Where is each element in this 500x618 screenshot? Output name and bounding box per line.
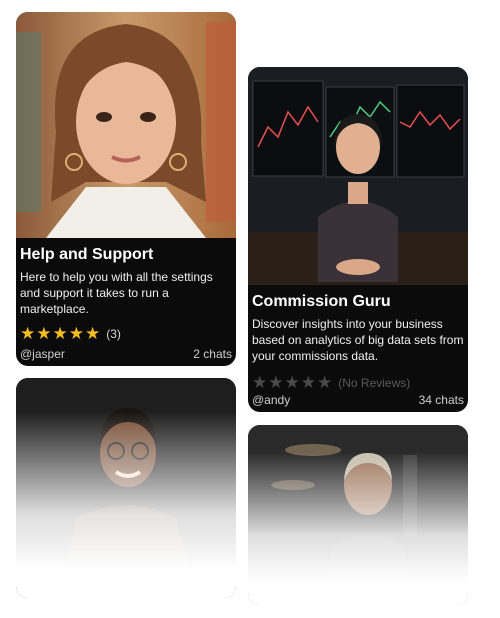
card-description: Here to help you with all the settings a…	[20, 270, 213, 316]
chat-count: 34 chats	[418, 393, 464, 407]
chat-count: 2 chats	[193, 347, 232, 361]
rating-stars: ★ ★ ★ ★ ★ (No Reviews)	[252, 374, 464, 392]
rating-stars: ★ ★ ★ ★ ★ (3)	[20, 325, 232, 343]
agent-avatar-image	[248, 67, 468, 285]
star-icon: ★	[52, 324, 68, 343]
review-count: (3)	[106, 327, 121, 341]
review-count: (No Reviews)	[338, 376, 411, 390]
star-icon: ★	[317, 373, 333, 392]
star-icon: ★	[300, 373, 316, 392]
agent-card-faded[interactable]	[16, 378, 236, 598]
star-icon: ★	[268, 373, 284, 392]
author-handle[interactable]: @jasper	[20, 347, 65, 361]
author-handle[interactable]: @andy	[252, 393, 290, 407]
star-icon: ★	[85, 324, 101, 343]
star-icon: ★	[284, 373, 300, 392]
card-description: Discover insights into your business bas…	[252, 317, 464, 363]
star-icon: ★	[252, 373, 268, 392]
star-icon: ★	[20, 324, 36, 343]
star-icon: ★	[36, 324, 52, 343]
card-title: Help and Support	[20, 246, 154, 263]
agent-avatar-image	[16, 12, 236, 238]
agent-card-commission-guru[interactable]: Commission Guru Discover insights into y…	[248, 67, 468, 412]
star-icon: ★	[68, 324, 84, 343]
card-title: Commission Guru	[252, 293, 391, 310]
agent-card-help-and-support[interactable]: Help and Support Here to help you with a…	[16, 12, 236, 366]
